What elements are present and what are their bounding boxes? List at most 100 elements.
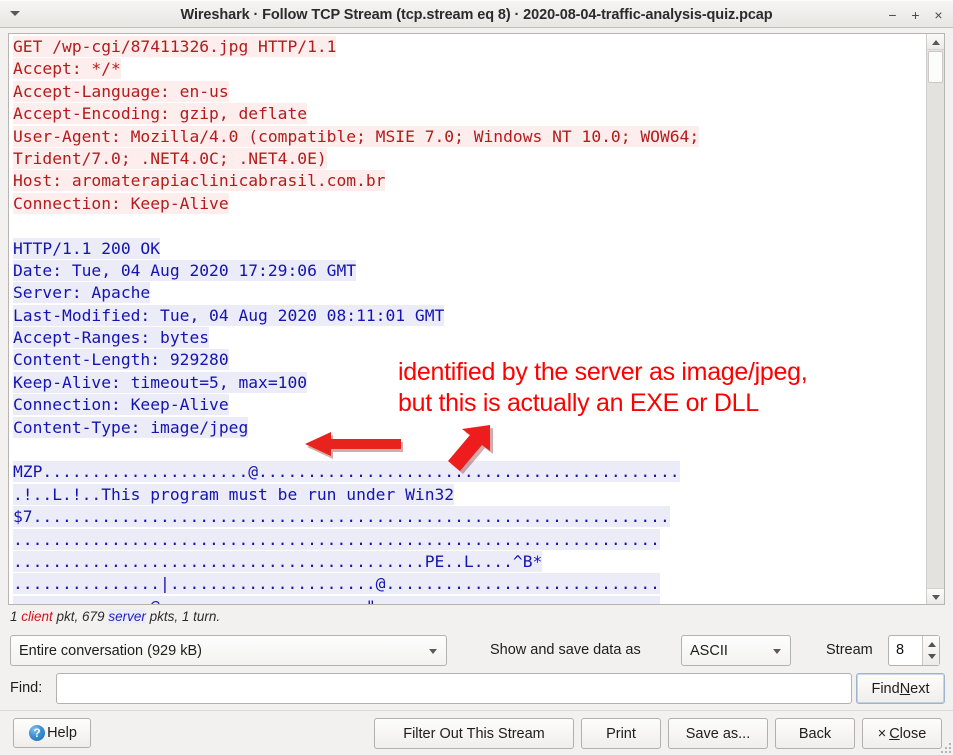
- stream-line-text: Host: aromaterapiaclinicabrasil.com.br: [13, 170, 386, 192]
- chevron-down-icon: [429, 648, 437, 654]
- annotation-line-2: but this is actually an EXE or DLL: [398, 389, 759, 417]
- stream-line-text: ........................................…: [13, 528, 660, 550]
- save-as-label: Save as...: [685, 725, 751, 742]
- save-as-button[interactable]: Save as...: [668, 718, 768, 749]
- stream-line-text: Connection: Keep-Alive: [13, 394, 229, 416]
- data-format-select-value: ASCII: [690, 642, 728, 659]
- stream-number-value: 8: [896, 642, 905, 658]
- caret-up-icon: [932, 40, 940, 45]
- stream-line-text: Server: Apache: [13, 282, 151, 304]
- stream-line-client: Accept: */*: [13, 58, 926, 80]
- stream-line-text: GET /wp-cgi/87411326.jpg HTTP/1.1: [13, 36, 337, 57]
- packet-summary-suffix: pkts, 1 turn.: [145, 609, 221, 624]
- stream-line-server: ........................................…: [13, 550, 926, 573]
- help-button-label: Help: [47, 725, 77, 741]
- packet-summary-client-word: client: [21, 609, 53, 624]
- packet-summary: 1 client pkt, 679 server pkts, 1 turn.: [10, 609, 220, 624]
- back-label: Back: [798, 725, 832, 742]
- stream-line-client: Connection: Keep-Alive: [13, 192, 926, 215]
- find-row: Find: Find Next: [0, 672, 953, 708]
- follow-tcp-stream-window: Wireshark · Follow TCP Stream (tcp.strea…: [0, 0, 953, 755]
- conversation-select[interactable]: Entire conversation (929 kB): [10, 635, 447, 666]
- stepper-down-icon[interactable]: [927, 654, 936, 659]
- stream-line-text: MZP.....................@...............…: [13, 461, 680, 483]
- stream-line-text: Last-Modified: Tue, 04 Aug 2020 08:11:01…: [13, 304, 445, 326]
- stream-text[interactable]: GET /wp-cgi/87411326.jpg HTTP/1.1 Accept:…: [9, 34, 926, 604]
- find-next-button[interactable]: Find Next: [856, 673, 945, 704]
- stream-line-text: Trident/7.0; .NET4.0C; .NET4.0E): [13, 147, 327, 169]
- stream-vertical-scrollbar[interactable]: [926, 34, 944, 604]
- stream-line-server: Server: Apache: [13, 282, 926, 304]
- stream-line-text: User-Agent: Mozilla/4.0 (compatible; MSI…: [13, 125, 700, 147]
- minimize-button[interactable]: −: [886, 8, 899, 22]
- packet-summary-middle: pkt, 679: [52, 609, 109, 624]
- close-label-after: lose: [899, 725, 927, 742]
- stream-line-text: HTTP/1.1 200 OK: [13, 237, 161, 259]
- stream-stepper-buttons[interactable]: [922, 636, 939, 665]
- scroll-up-button[interactable]: [927, 34, 944, 50]
- close-accel: C: [889, 725, 900, 742]
- stream-line-server: Date: Tue, 04 Aug 2020 17:29:06 GMT: [13, 259, 926, 282]
- window-controls: − + ×: [886, 1, 945, 29]
- stream-line-client: Accept-Encoding: gzip, deflate: [13, 103, 926, 125]
- packet-summary-prefix: 1: [10, 609, 22, 624]
- question-mark-icon: ?: [29, 725, 46, 741]
- stream-line-text: Content-Length: 929280: [13, 349, 229, 371]
- dialog-button-bar: ? Help Filter Out This Stream Print Save…: [0, 710, 953, 755]
- close-label-wrap: Close: [889, 726, 926, 742]
- stream-line-server: $7......................................…: [13, 506, 926, 528]
- scroll-thumb[interactable]: [928, 51, 943, 83]
- stream-line-text: Date: Tue, 04 Aug 2020 17:29:06 GMT: [13, 259, 357, 281]
- close-x-icon: ×: [877, 725, 887, 742]
- print-label: Print: [606, 725, 636, 742]
- close-window-button[interactable]: ×: [932, 8, 945, 22]
- stream-controls-row: Entire conversation (929 kB) Show and sa…: [0, 633, 953, 671]
- chevron-down-icon: [773, 648, 781, 654]
- stream-label: Stream: [826, 642, 873, 658]
- back-button[interactable]: Back: [775, 718, 855, 749]
- stream-line-text: Accept-Language: en-us: [13, 80, 229, 102]
- annotation-line-1: identified by the server as image/jpeg,: [398, 358, 808, 386]
- data-format-select[interactable]: ASCII: [681, 635, 791, 666]
- stream-line-text: Accept: */*: [13, 58, 121, 80]
- stream-line-text: $7......................................…: [13, 506, 670, 528]
- scroll-down-button[interactable]: [927, 588, 944, 604]
- stream-number-stepper[interactable]: 8: [888, 635, 940, 666]
- stepper-up-icon[interactable]: [927, 642, 936, 647]
- help-button[interactable]: ? Help: [13, 718, 91, 748]
- maximize-button[interactable]: +: [909, 8, 922, 22]
- print-button[interactable]: Print: [581, 718, 661, 749]
- stream-blank-line: [13, 215, 926, 237]
- stream-content-panel: GET /wp-cgi/87411326.jpg HTTP/1.1 Accept:…: [8, 33, 945, 605]
- find-input[interactable]: [56, 673, 852, 704]
- stream-line-text: Accept-Encoding: gzip, deflate: [13, 103, 308, 125]
- stream-line-text: Connection: Keep-Alive: [13, 192, 229, 214]
- stream-line-client: GET /wp-cgi/87411326.jpg HTTP/1.1: [13, 36, 926, 58]
- stream-line-client: Trident/7.0; .NET4.0C; .NET4.0E): [13, 147, 926, 170]
- title-bar: Wireshark · Follow TCP Stream (tcp.strea…: [0, 0, 953, 28]
- left-arrow-icon: [305, 432, 403, 459]
- filter-out-this-stream-button[interactable]: Filter Out This Stream: [374, 718, 574, 749]
- stream-line-server: ..............@....................."...…: [13, 595, 926, 604]
- stream-line-text: ..............@....................."...…: [13, 595, 660, 604]
- stream-line-server: Last-Modified: Tue, 04 Aug 2020 08:11:01…: [13, 304, 926, 327]
- show-save-data-as-label: Show and save data as: [490, 642, 641, 658]
- packet-summary-server-word: server: [108, 609, 146, 624]
- stream-line-client: Accept-Language: en-us: [13, 80, 926, 103]
- find-next-accel: N: [899, 680, 911, 697]
- scroll-trough[interactable]: [927, 50, 944, 588]
- stream-line-text: ...............|.....................@..…: [13, 573, 660, 595]
- stream-line-server: HTTP/1.1 200 OK: [13, 237, 926, 260]
- stream-line-text: ........................................…: [13, 550, 543, 572]
- stream-line-text: .!..L.!..This program must be run under …: [13, 483, 455, 505]
- stream-line-server: ........................................…: [13, 528, 926, 551]
- caret-down-icon: [932, 595, 940, 600]
- down-left-arrow-icon: [448, 425, 493, 474]
- stream-line-server: Accept-Ranges: bytes: [13, 327, 926, 349]
- stream-line-text: Keep-Alive: timeout=5, max=100: [13, 371, 308, 393]
- close-button[interactable]: × Close: [862, 718, 942, 749]
- find-label: Find:: [10, 680, 43, 696]
- stream-line-text: Content-Type: image/jpeg: [13, 416, 249, 438]
- stream-line-server: ...............|.....................@..…: [13, 573, 926, 595]
- resize-grip-icon[interactable]: [939, 741, 951, 753]
